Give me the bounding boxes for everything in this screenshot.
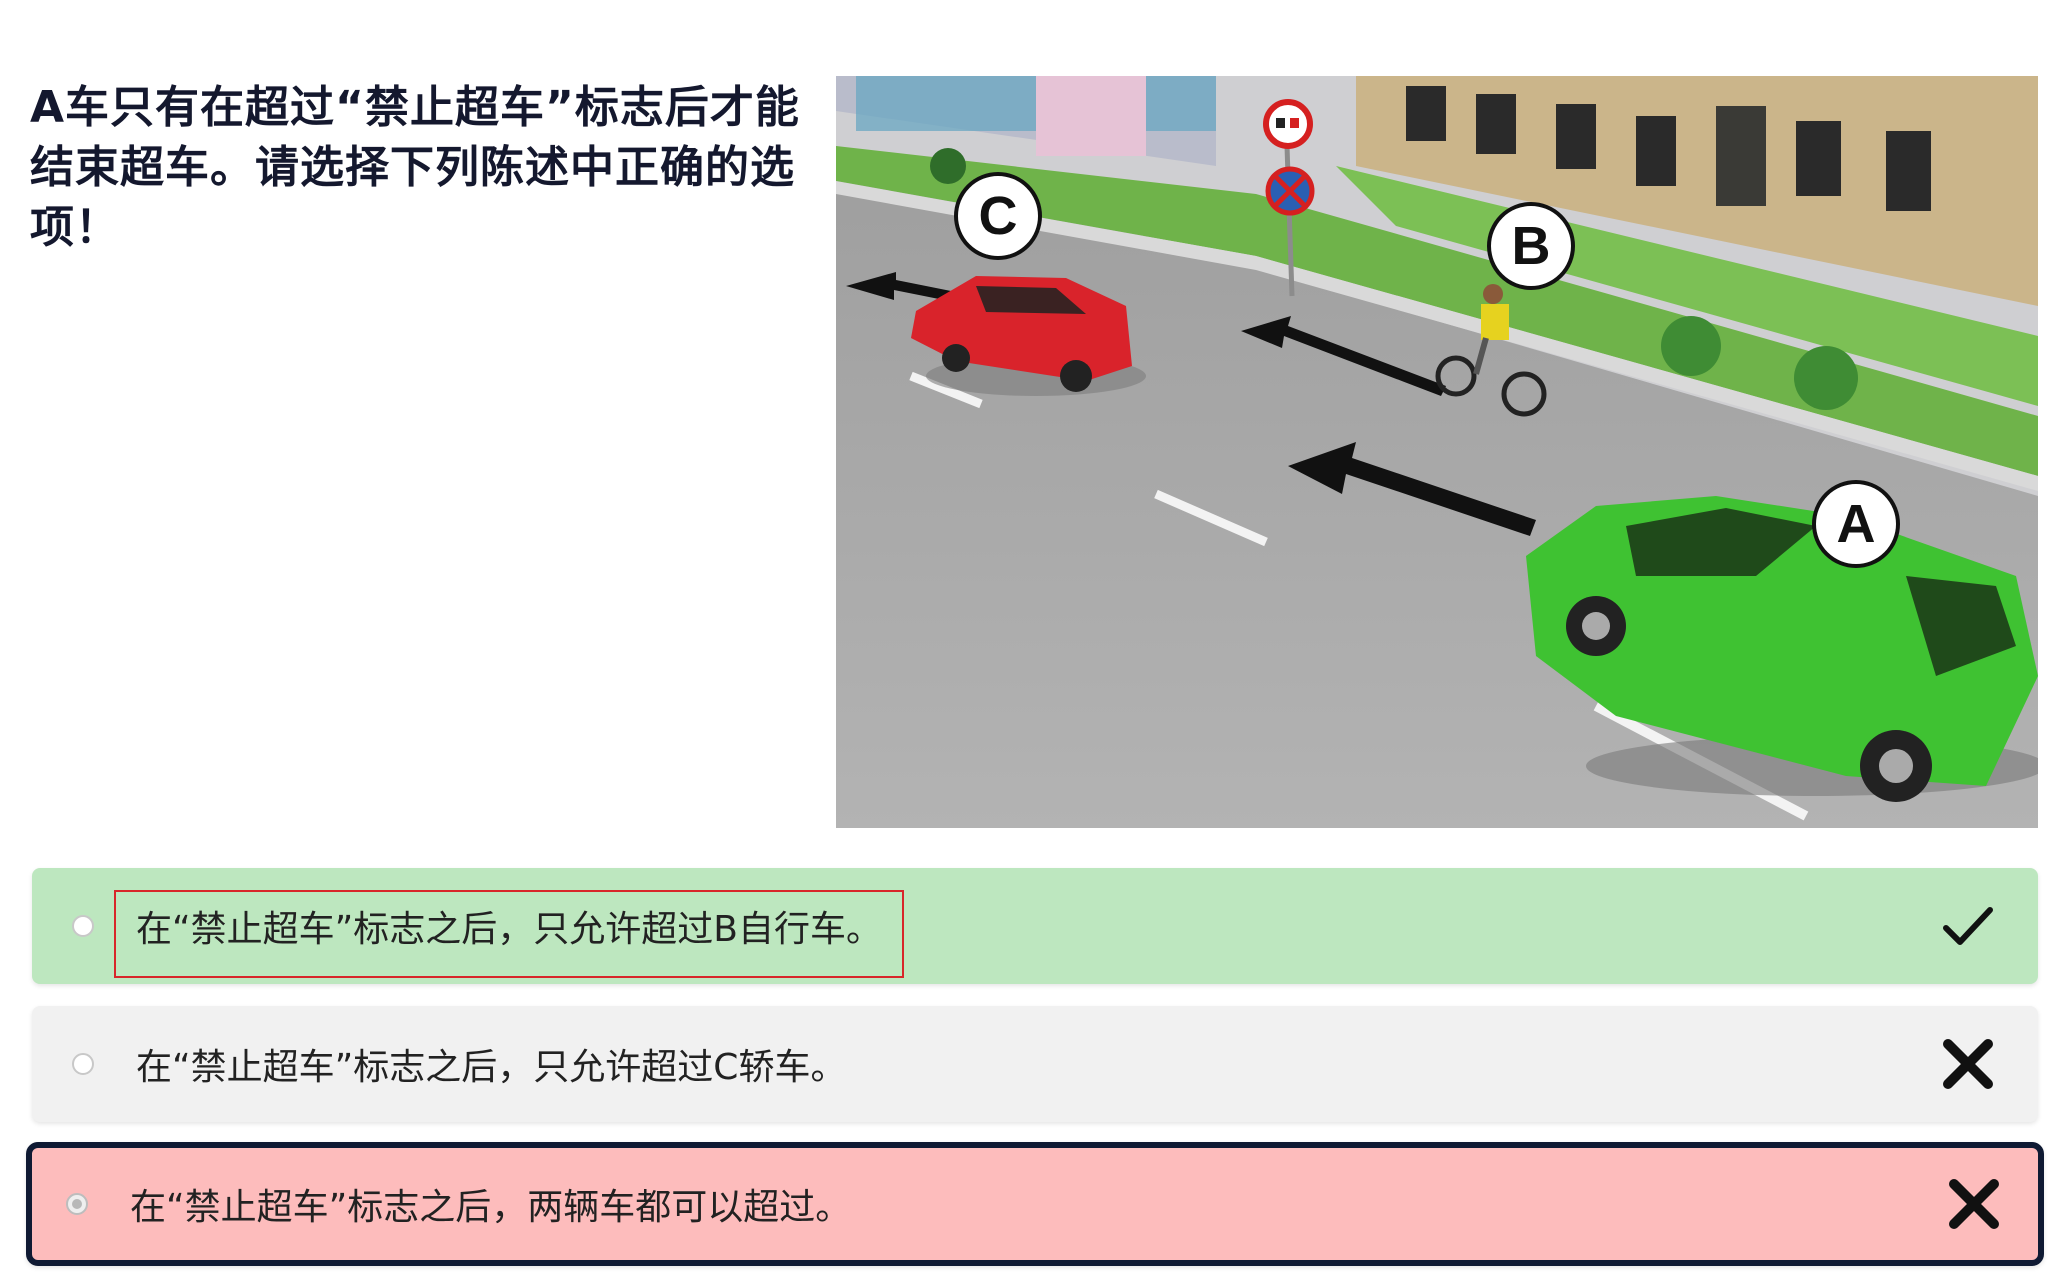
answer-option-1[interactable]: 在“禁止超车”标志之后，只允许超过B自行车。 [32,868,2038,984]
label-b-badge: B [1487,202,1575,290]
question-text: A车只有在超过“禁止超车”标志后才能结束超车。请选择下列陈述中正确的选项！ [30,82,800,253]
radio-button-selected[interactable] [66,1193,88,1215]
traffic-scene-image: C B A [836,76,2038,828]
radio-button[interactable] [72,915,94,937]
cross-icon [1943,1039,1993,1089]
highlight-box [114,890,904,978]
option-label: 在“禁止超车”标志之后，只允许超过C轿车。 [136,1047,847,1088]
svg-text:B: B [1512,216,1551,276]
option-label: 在“禁止超车”标志之后，两辆车都可以超过。 [130,1187,852,1228]
radio-button[interactable] [72,1053,94,1075]
label-a-badge: A [1812,480,1900,568]
checkmark-icon [1943,907,1993,945]
answer-option-2[interactable]: 在“禁止超车”标志之后，只允许超过C轿车。 [32,1006,2038,1122]
cross-icon [1949,1179,1999,1229]
svg-text:C: C [979,186,1018,246]
label-c-badge: C [954,172,1042,260]
answer-option-3[interactable]: 在“禁止超车”标志之后，两辆车都可以超过。 [26,1142,2044,1266]
svg-text:A: A [1837,494,1876,554]
